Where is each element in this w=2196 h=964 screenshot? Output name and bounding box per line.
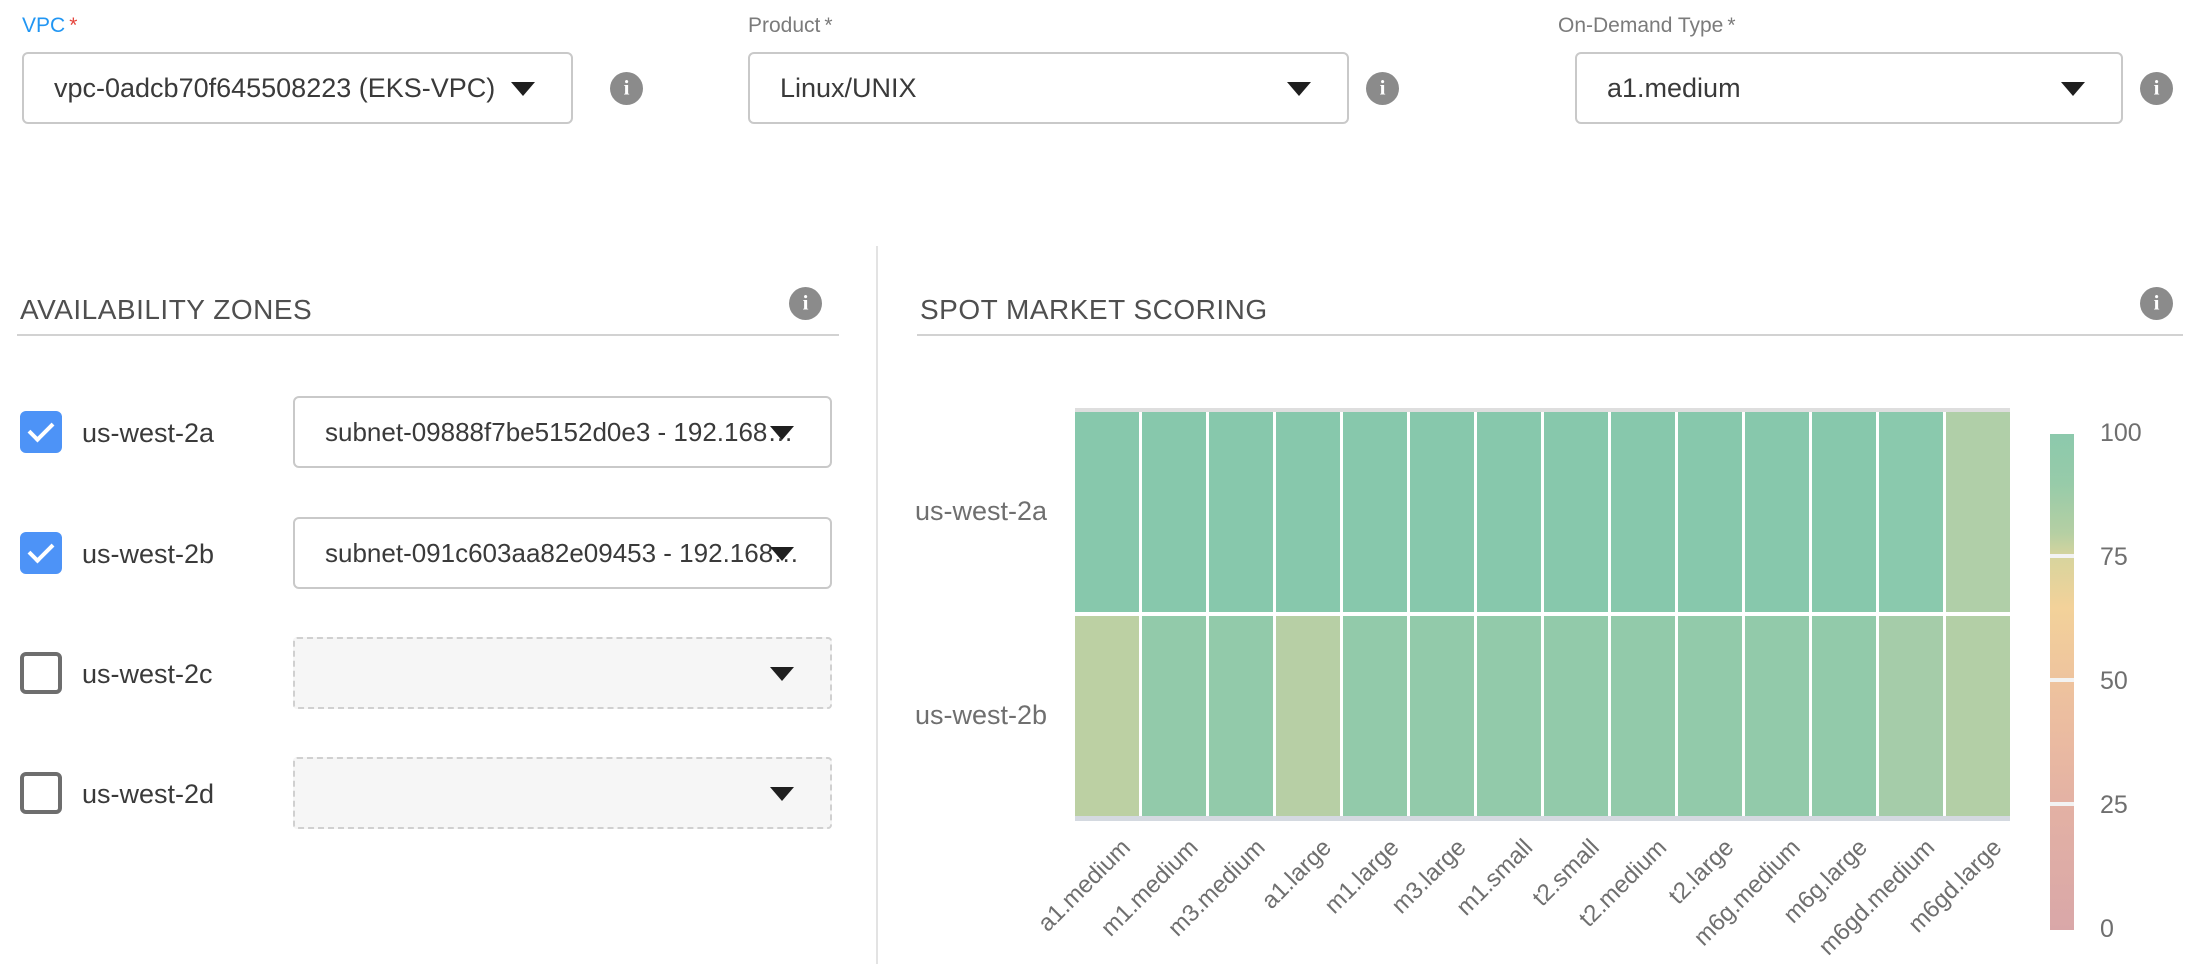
chevron-down-icon <box>770 787 794 801</box>
heatmap-cell-us-west-2b-m6gd.medium[interactable] <box>1879 616 1943 816</box>
product-selected-value: Linux/UNIX <box>780 73 917 104</box>
legend-tick-label-75: 75 <box>2100 543 2128 572</box>
product-info-icon[interactable] <box>1366 72 1399 105</box>
legend-break-25 <box>2050 802 2074 806</box>
check-icon <box>28 537 55 564</box>
availability-zones-info-icon[interactable] <box>789 287 822 320</box>
check-icon <box>28 416 55 443</box>
on-demand-type-info-icon[interactable] <box>2140 72 2173 105</box>
availability-zones-divider <box>17 334 839 336</box>
zone-checkbox-us-west-2d[interactable] <box>20 772 62 814</box>
zone-checkbox-us-west-2a[interactable] <box>20 411 62 453</box>
heatmap-cell-us-west-2a-m1.medium[interactable] <box>1142 412 1206 612</box>
spot-console-screen: VPC* vpc-0adcb70f645508223 (EKS-VPC) Pro… <box>0 0 2196 964</box>
chevron-down-icon <box>1287 82 1311 96</box>
zone-label: us-west-2c <box>82 659 213 690</box>
on-demand-type-select[interactable]: a1.medium <box>1575 52 2123 124</box>
spot-market-scoring-title: SPOT MARKET SCORING <box>920 294 1268 326</box>
heatmap-cell-us-west-2b-m1.large[interactable] <box>1343 616 1407 816</box>
subnet-select-us-west-2b[interactable]: subnet-091c603aa82e09453 - 192.168… <box>293 517 832 589</box>
heatmap-cell-us-west-2a-m1.large[interactable] <box>1343 412 1407 612</box>
heatmap-cell-us-west-2a-m6g.large[interactable] <box>1812 412 1876 612</box>
heatmap-cell-us-west-2a-a1.large[interactable] <box>1276 412 1340 612</box>
heatmap-cell-us-west-2b-t2.medium[interactable] <box>1611 616 1675 816</box>
heatmap-cell-us-west-2b-m6g.large[interactable] <box>1812 616 1876 816</box>
availability-zones-title: AVAILABILITY ZONES <box>20 294 312 326</box>
spot-market-scoring-info-icon[interactable] <box>2140 287 2173 320</box>
heatmap-cell-us-west-2b-m6g.medium[interactable] <box>1745 616 1809 816</box>
chevron-down-icon <box>511 82 535 96</box>
legend-tick-label-25: 25 <box>2100 791 2128 820</box>
heatmap-cell-us-west-2a-m3.medium[interactable] <box>1209 412 1273 612</box>
legend-color-bar <box>2050 434 2074 930</box>
heatmap-cell-us-west-2a-a1.medium[interactable] <box>1075 412 1139 612</box>
heatmap-cell-us-west-2b-m6gd.large[interactable] <box>1946 616 2010 816</box>
required-asterisk: * <box>824 14 832 37</box>
heatmap-cell-us-west-2a-t2.large[interactable] <box>1678 412 1742 612</box>
legend-break-50 <box>2050 678 2074 682</box>
heatmap-bottom-border <box>1075 816 2010 821</box>
zone-checkbox-us-west-2c[interactable] <box>20 652 62 694</box>
vpc-selected-value: vpc-0adcb70f645508223 (EKS-VPC) <box>54 73 495 104</box>
zone-label: us-west-2a <box>82 418 214 449</box>
heatmap-cell-us-west-2a-m6g.medium[interactable] <box>1745 412 1809 612</box>
heatmap-cell-us-west-2b-m3.large[interactable] <box>1410 616 1474 816</box>
product-label: Product* <box>748 14 833 38</box>
on-demand-type-label-text: On-Demand Type <box>1558 14 1723 37</box>
legend-tick-label-100: 100 <box>2100 419 2142 448</box>
chevron-down-icon <box>2061 82 2085 96</box>
subnet-selected-value: subnet-091c603aa82e09453 - 192.168… <box>325 538 799 569</box>
heatmap-cell-us-west-2b-t2.large[interactable] <box>1678 616 1742 816</box>
heatmap-cell-us-west-2a-m1.small[interactable] <box>1477 412 1541 612</box>
x-axis-label-m6gd.medium: m6gd.medium <box>1813 834 1940 961</box>
heatmap-cell-us-west-2a-m6gd.large[interactable] <box>1946 412 2010 612</box>
heatmap-cell-us-west-2b-m1.small[interactable] <box>1477 616 1541 816</box>
heatmap-cell-us-west-2a-t2.medium[interactable] <box>1611 412 1675 612</box>
zone-label: us-west-2b <box>82 539 214 570</box>
panel-divider <box>876 246 878 964</box>
y-axis-label-us-west-2a: us-west-2a <box>880 496 1047 527</box>
product-select[interactable]: Linux/UNIX <box>748 52 1349 124</box>
chevron-down-icon <box>770 667 794 681</box>
x-axis-label-m1.large: m1.large <box>1319 834 1405 920</box>
legend-tick-label-0: 0 <box>2100 915 2114 944</box>
on-demand-type-selected-value: a1.medium <box>1607 73 1741 104</box>
legend-break-75 <box>2050 554 2074 558</box>
heatmap-cell-us-west-2b-a1.medium[interactable] <box>1075 616 1139 816</box>
heatmap-grid <box>1075 412 2010 816</box>
chevron-down-icon <box>770 426 794 440</box>
required-asterisk: * <box>1727 14 1735 37</box>
subnet-selected-value: subnet-09888f7be5152d0e3 - 192.168… <box>325 417 793 448</box>
zone-checkbox-us-west-2b[interactable] <box>20 532 62 574</box>
zone-label: us-west-2d <box>82 779 214 810</box>
heatmap-cell-us-west-2b-t2.small[interactable] <box>1544 616 1608 816</box>
heatmap-cell-us-west-2a-t2.small[interactable] <box>1544 412 1608 612</box>
vpc-info-icon[interactable] <box>610 72 643 105</box>
vpc-select[interactable]: vpc-0adcb70f645508223 (EKS-VPC) <box>22 52 573 124</box>
y-axis-label-us-west-2b: us-west-2b <box>880 700 1047 731</box>
spot-market-scoring-divider <box>917 334 2183 336</box>
heatmap-cell-us-west-2b-m3.medium[interactable] <box>1209 616 1273 816</box>
vpc-label-text: VPC <box>22 14 65 37</box>
heatmap-cell-us-west-2a-m3.large[interactable] <box>1410 412 1474 612</box>
on-demand-type-label: On-Demand Type* <box>1558 14 1736 38</box>
subnet-select-us-west-2c[interactable] <box>293 637 832 709</box>
heatmap-cell-us-west-2b-m1.medium[interactable] <box>1142 616 1206 816</box>
heatmap-cell-us-west-2a-m6gd.medium[interactable] <box>1879 412 1943 612</box>
subnet-select-us-west-2a[interactable]: subnet-09888f7be5152d0e3 - 192.168… <box>293 396 832 468</box>
heatmap-cell-us-west-2b-a1.large[interactable] <box>1276 616 1340 816</box>
chevron-down-icon <box>770 547 794 561</box>
required-asterisk: * <box>69 14 77 37</box>
subnet-select-us-west-2d[interactable] <box>293 757 832 829</box>
vpc-label: VPC* <box>22 14 77 38</box>
product-label-text: Product <box>748 14 820 37</box>
legend-tick-label-50: 50 <box>2100 667 2128 696</box>
